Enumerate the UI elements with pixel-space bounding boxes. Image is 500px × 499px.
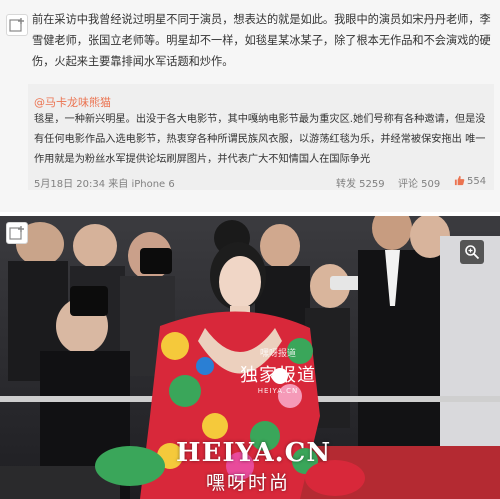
repost-count[interactable]: 转发 5259 xyxy=(336,175,385,190)
like-button[interactable]: 554 xyxy=(454,175,486,187)
like-count: 554 xyxy=(467,176,487,187)
watermark-main-text: 独家报道 xyxy=(240,365,316,386)
quote-text: 毯星，一种新兴明星。出没于各大电影节，其中嘎纳电影节最为重灾区.她们号称有各种邀… xyxy=(34,114,486,165)
plus-icon xyxy=(9,226,24,240)
zoom-button[interactable] xyxy=(460,240,484,264)
watermark-brand: 嘿呀时尚 xyxy=(206,472,291,494)
red-carpet-photo-card: 嘿呀报道 独家报道 HEIYA.CN HEIYA.CN 嘿呀时尚 xyxy=(0,216,500,499)
zoom-icon xyxy=(465,245,480,260)
watermark-sub-text: HEIYA.CN xyxy=(257,387,299,395)
quote-author-link[interactable]: @马卡龙味熊猫 xyxy=(34,94,111,110)
watermark-small-text: 嘿呀报道 xyxy=(259,349,296,359)
weibo-post-card: 前在采访中我曾经说过明星不同于演员，想表达的就是如此。我眼中的演员如宋丹丹老师，… xyxy=(0,0,500,212)
post-timestamp[interactable]: 5月18日 20:34 来自 iPhone 6 xyxy=(34,175,175,190)
add-image-button[interactable] xyxy=(6,14,28,36)
post-text: 前在采访中我曾经说过明星不同于演员，想表达的就是如此。我眼中的演员如宋丹丹老师，… xyxy=(32,13,491,68)
like-icon xyxy=(454,175,465,186)
comment-count[interactable]: 评论 509 xyxy=(398,175,440,190)
add-image-button-photo[interactable] xyxy=(6,222,28,244)
post-meta-row: 5月18日 20:34 来自 iPhone 6 转发 5259 评论 509 5… xyxy=(34,170,494,190)
plus-icon xyxy=(9,18,24,32)
watermark-domain: HEIYA.CN xyxy=(176,438,332,468)
exclusive-report-watermark: 嘿呀报道 独家报道 HEIYA.CN xyxy=(240,346,316,395)
